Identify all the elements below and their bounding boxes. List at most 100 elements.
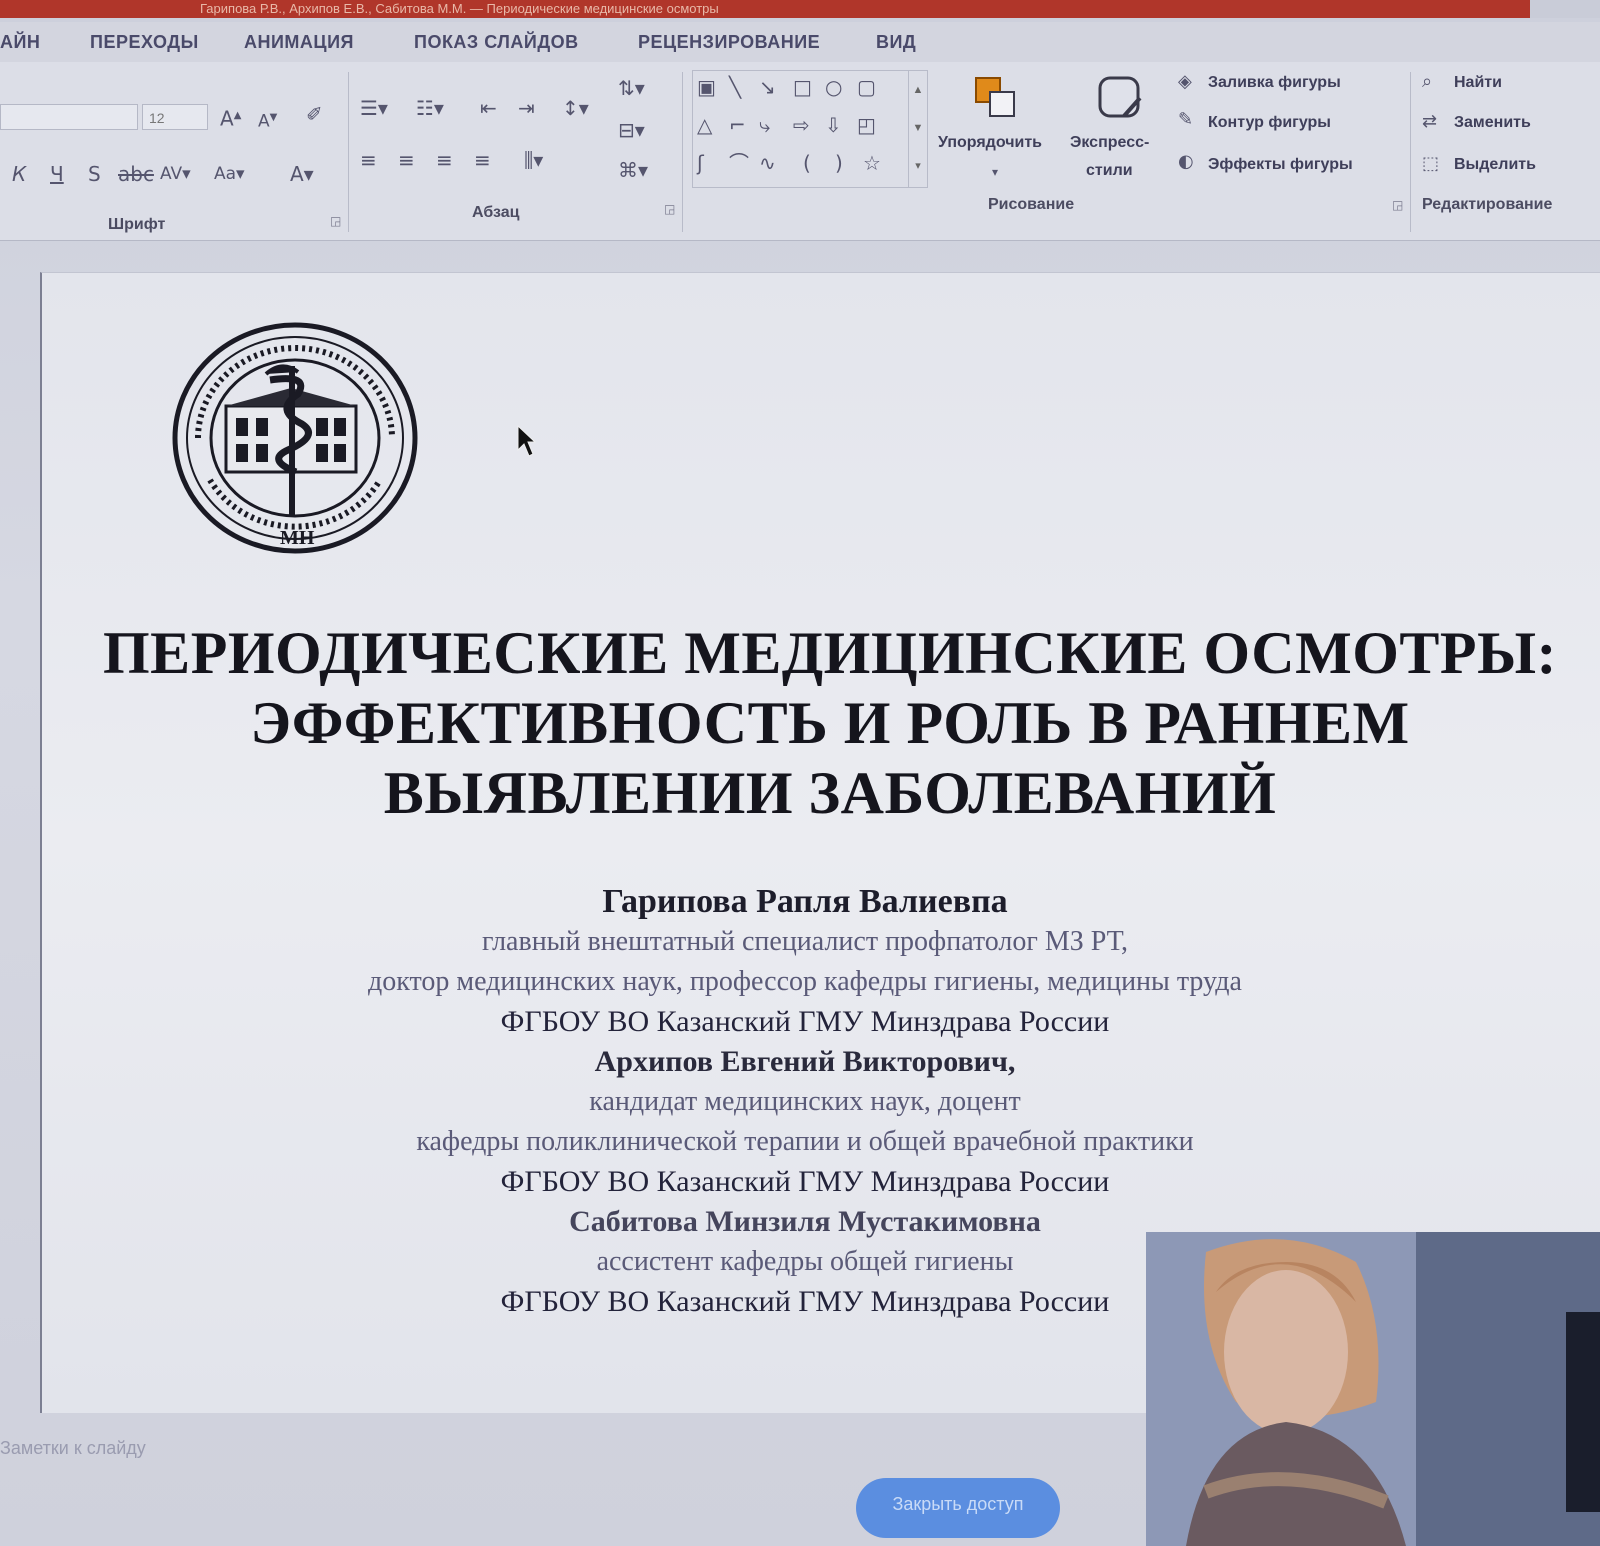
slide-title-line: ЭФФЕКТИВНОСТЬ И РОЛЬ В РАННЕМ [250,690,1410,756]
italic-icon[interactable]: К [12,162,26,186]
quick-styles-label-1[interactable]: Экспресс- [1070,134,1149,152]
replace-button[interactable]: Заменить [1454,114,1531,132]
author-name: Гарипова Рапля Валиевпа [602,883,1008,920]
slide-title[interactable]: ПЕРИОДИЧЕСКИЕ МЕДИЦИНСКИЕ ОСМОТРЫ: ЭФФЕК… [100,618,1560,828]
clear-format-icon[interactable]: ✐ [306,102,323,126]
window-title: Гарипова Р.В., Архипов Е.В., Сабитова М.… [200,1,719,16]
shapes-gallery[interactable]: ▣ ╲ ↘ □ ○ ▢ △ ⌐ ⤷ ⇨ ⇩ ◰ ʃ ⌒ ∿ ( ) ☆ ▲ ▼ ▾ [692,70,928,188]
text-direction-icon[interactable]: ⇅▾ [618,76,645,100]
author-org: ФГБОУ ВО Казанский ГМУ Минздрава России [500,1165,1110,1198]
shape-fill-icon[interactable]: ◈ [1178,70,1192,94]
font-dialog-launcher-icon[interactable]: ◲ [330,214,341,228]
font-name-combo[interactable] [0,104,138,130]
tab-animation[interactable]: АНИМАЦИЯ [244,32,354,53]
drawing-dialog-launcher-icon[interactable]: ◲ [1392,198,1403,212]
line-spacing-icon[interactable]: ↕▾ [562,96,589,120]
editing-group-label: Редактирование [1422,196,1553,213]
ribbon: 12 A▲ A▼ ✐ К Ч S abc AV▾ Aa▾ A▾ Шрифт ◲ … [0,62,1600,241]
underline-icon[interactable]: Ч [50,162,64,186]
font-size-value: 12 [149,110,165,126]
tab-design[interactable]: АЙН [0,32,40,53]
font-group-label: Шрифт [108,216,166,233]
select-icon[interactable]: ⬚ [1422,152,1439,176]
seal-text: МН [280,527,315,549]
font-color-icon[interactable]: A▾ [290,162,314,186]
elbow-connector-shape-icon[interactable]: ⤷ [759,113,770,137]
paragraph-dialog-launcher-icon[interactable]: ◲ [664,202,675,216]
stop-share-button[interactable]: Закрыть доступ [856,1478,1060,1538]
align-left-icon[interactable]: ≡ [360,148,377,172]
shape-effects-icon[interactable]: ◐ [1178,150,1194,174]
left-brace-shape-icon[interactable]: ( [803,151,811,175]
bullets-icon[interactable]: ☰▾ [360,96,388,120]
webcam-video[interactable] [1146,1232,1600,1546]
align-text-icon[interactable]: ⊟▾ [618,118,645,142]
shape-fill-button[interactable]: Заливка фигуры [1208,74,1341,92]
shape-effects-button[interactable]: Эффекты фигуры [1208,156,1353,174]
slide-title-line: ВЫЯВЛЕНИИ ЗАБОЛЕВАНИЙ [383,760,1277,826]
arrow-line-shape-icon[interactable]: ↘ [759,75,776,99]
star-shape-icon[interactable]: ☆ [863,151,881,175]
tab-transitions[interactable]: ПЕРЕХОДЫ [90,32,199,53]
textbox-shape-icon[interactable]: ▣ [697,75,716,99]
right-arrow-shape-icon[interactable]: ⇨ [793,113,810,137]
find-button[interactable]: Найти [1454,74,1502,92]
arrange-dropdown-icon[interactable]: ▾ [992,160,998,184]
down-arrow-shape-icon[interactable]: ⇩ [825,113,842,137]
shadow-icon[interactable]: S [88,162,101,186]
university-seal-logo: МН [172,322,418,554]
group-separator [348,72,349,232]
strikethrough-icon[interactable]: abc [118,162,154,186]
author-role: доктор медицинских наук, профессор кафед… [368,966,1242,997]
freeform-shape-icon[interactable]: ʃ [697,151,704,175]
find-icon[interactable]: ⌕ [1422,70,1432,94]
curve-shape-icon[interactable]: ∿ [759,151,776,175]
callout-shape-icon[interactable]: ◰ [857,113,876,137]
webcam-person-image [1146,1232,1600,1546]
quick-styles-label-2[interactable]: стили [1086,162,1133,180]
tab-slideshow[interactable]: ПОКАЗ СЛАЙДОВ [414,32,579,53]
window-title-bar: Гарипова Р.В., Архипов Е.В., Сабитова М.… [0,0,1530,18]
arrange-label[interactable]: Упорядочить [938,134,1042,152]
right-brace-shape-icon[interactable]: ) [835,151,843,175]
connector-shape-icon[interactable]: ⌐ [729,113,746,137]
char-spacing-icon[interactable]: AV▾ [160,162,191,186]
title-bar-edge [1530,0,1600,18]
group-separator [682,72,683,232]
tab-view[interactable]: ВИД [876,32,916,53]
align-right-icon[interactable]: ≡ [436,148,453,172]
line-shape-icon[interactable]: ╲ [729,75,741,99]
gallery-scroll[interactable]: ▲ ▼ ▾ [908,71,927,187]
arrange-icon[interactable] [970,72,1022,124]
triangle-shape-icon[interactable]: △ [697,113,712,137]
author-org: ФГБОУ ВО Казанский ГМУ Минздрава России [500,1005,1110,1038]
author-name: Архипов Евгений Викторович, [594,1045,1016,1078]
slide-notes-label[interactable]: Заметки к слайду [0,1438,146,1459]
increase-indent-icon[interactable]: ⇥ [518,96,535,120]
screen: Гарипова Р.В., Архипов Е.В., Сабитова М.… [0,0,1600,1546]
quick-styles-icon[interactable] [1094,72,1146,124]
shrink-font-icon[interactable]: A▼ [258,106,277,134]
paragraph-group-label: Абзац [472,204,520,221]
numbering-icon[interactable]: ☷▾ [416,96,444,120]
tab-review[interactable]: РЕЦЕНЗИРОВАНИЕ [638,32,820,53]
grow-font-icon[interactable]: A▲ [220,104,241,131]
rounded-rect-shape-icon[interactable]: ▢ [857,75,876,99]
align-center-icon[interactable]: ≡ [398,148,415,172]
shape-outline-icon[interactable]: ✎ [1178,108,1193,132]
oval-shape-icon[interactable]: ○ [825,75,842,99]
ribbon-tabs: АЙН ПЕРЕХОДЫ АНИМАЦИЯ ПОКАЗ СЛАЙДОВ РЕЦЕ… [0,22,1600,62]
justify-icon[interactable]: ≡ [474,148,491,172]
replace-icon[interactable]: ⇄ [1422,110,1437,134]
smartart-icon[interactable]: ⌘▾ [618,158,648,182]
decrease-indent-icon[interactable]: ⇤ [480,96,497,120]
rectangle-shape-icon[interactable]: □ [793,75,812,99]
change-case-icon[interactable]: Aa▾ [214,162,245,186]
group-separator [1410,72,1411,232]
author-role: кандидат медицинских наук, доцент [589,1086,1021,1117]
arc-shape-icon[interactable]: ⌒ [729,151,749,175]
columns-icon[interactable]: ⫼▾ [524,148,543,172]
font-size-combo[interactable]: 12 [142,104,208,130]
select-button[interactable]: Выделить [1454,156,1536,174]
shape-outline-button[interactable]: Контур фигуры [1208,114,1331,132]
